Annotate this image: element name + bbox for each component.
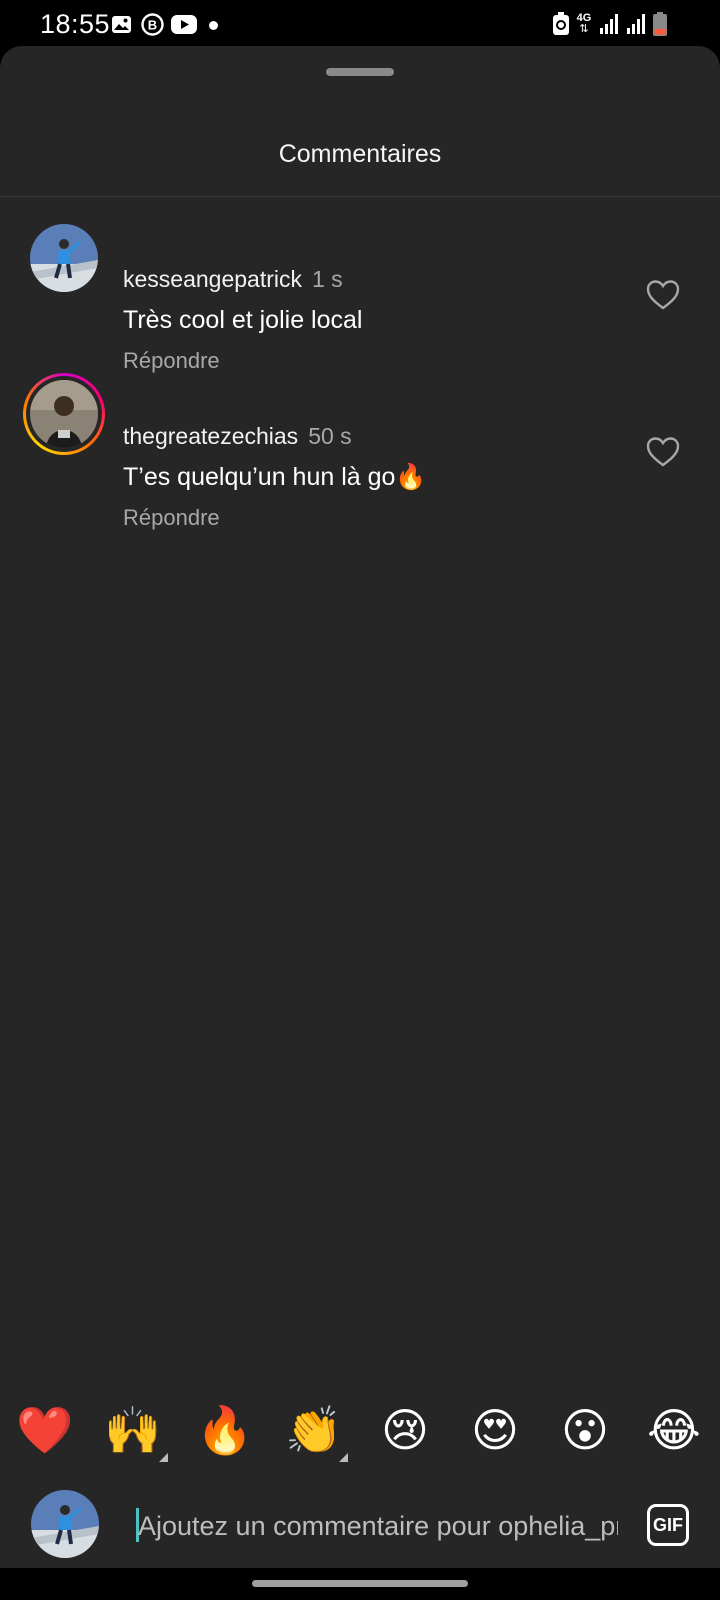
comment-text: T’es quelqu’un hun là go🔥 xyxy=(123,463,427,491)
status-time: 18:55 xyxy=(40,9,111,39)
avatar[interactable] xyxy=(30,224,98,292)
4g-icon: 4G ⇅ xyxy=(576,12,592,35)
emoji-laughing[interactable]: 😂 xyxy=(644,1400,704,1460)
emoji-surprised[interactable]: 😮 xyxy=(555,1400,615,1460)
signal-icon xyxy=(600,12,620,36)
reply-button[interactable]: Répondre xyxy=(123,505,220,531)
drag-handle[interactable] xyxy=(326,68,394,76)
recycle-icon xyxy=(552,12,570,36)
home-gesture-bar[interactable] xyxy=(252,1580,468,1587)
emoji-crying[interactable]: 😢 xyxy=(375,1400,435,1460)
sheet-title: Commentaires xyxy=(278,140,442,168)
avatar-image xyxy=(31,1490,99,1558)
comment-username[interactable]: thegreatezechias 50 s xyxy=(123,423,352,450)
comment-input[interactable] xyxy=(138,1506,618,1546)
reply-button[interactable]: Répondre xyxy=(123,348,220,374)
emoji-clapping[interactable]: 👏 xyxy=(284,1400,344,1460)
comment-username[interactable]: kesseangepatrick 1 s xyxy=(123,266,343,293)
svg-text:B: B xyxy=(147,17,156,32)
emoji-raising-hands[interactable]: 🙌 xyxy=(103,1400,163,1460)
comment-composer: GIF xyxy=(0,1478,720,1568)
navigation-bar xyxy=(0,1568,720,1600)
comment-username-text[interactable]: thegreatezechias xyxy=(123,423,298,449)
comment-time: 1 s xyxy=(312,266,343,292)
gif-button[interactable]: GIF xyxy=(647,1504,689,1546)
b-circle-icon: B xyxy=(140,12,164,36)
composer-avatar xyxy=(31,1490,99,1558)
avatar-image xyxy=(30,380,98,448)
battery-low-icon xyxy=(653,12,667,36)
heart-icon[interactable] xyxy=(646,437,680,467)
comment-text: Très cool et jolie local xyxy=(123,306,363,334)
comment-item: kesseangepatrick 1 s Très cool et jolie l… xyxy=(0,216,720,373)
notification-dot-icon xyxy=(209,21,218,30)
heart-icon[interactable] xyxy=(646,280,680,310)
comments-sheet: Commentaires kesseangepatrick 1 s Très co… xyxy=(0,46,720,1568)
signal-icon-2 xyxy=(627,12,647,36)
divider xyxy=(0,196,720,197)
status-bar: 18:55 B 4G ⇅ xyxy=(0,0,720,46)
avatar[interactable] xyxy=(30,380,98,448)
skin-tone-indicator xyxy=(339,1453,348,1462)
skin-tone-indicator xyxy=(159,1453,168,1462)
emoji-heart-eyes[interactable]: 😍 xyxy=(465,1400,525,1460)
emoji-fire[interactable]: 🔥 xyxy=(195,1400,255,1460)
emoji-quick-bar: ❤️ 🙌 🔥 👏 😢 😍 😮 😂 xyxy=(0,1400,720,1464)
comment-username-text[interactable]: kesseangepatrick xyxy=(123,266,302,292)
youtube-icon xyxy=(171,12,197,36)
avatar-image xyxy=(30,224,98,292)
comment-item: thegreatezechias 50 s T’es quelqu’un hun … xyxy=(0,373,720,530)
emoji-heart[interactable]: ❤️ xyxy=(15,1400,75,1460)
story-ring[interactable] xyxy=(23,373,105,455)
gallery-icon xyxy=(110,12,132,36)
comment-time: 50 s xyxy=(308,423,352,449)
